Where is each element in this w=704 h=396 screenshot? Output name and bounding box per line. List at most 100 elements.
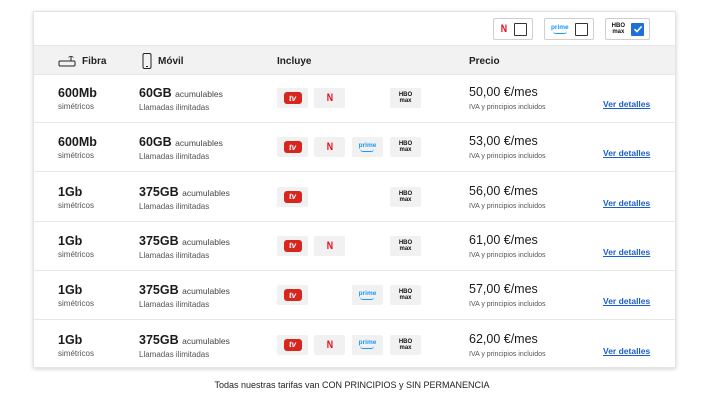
footer-note: Todas nuestras tarifas van CON PRINCIPIO… [214, 380, 490, 390]
netflix-chip: N [314, 235, 345, 256]
prime-logo-icon: prime [359, 142, 376, 152]
fibra-cell: 600Mb simétricos [58, 86, 97, 112]
ver-detalles-link[interactable]: Ver detalles [603, 198, 650, 208]
includes-cell: tv N HBO max [277, 88, 427, 108]
checkmark-icon [633, 25, 642, 33]
prime-logo-text: prime [358, 339, 377, 346]
ver-detalles-link[interactable]: Ver detalles [603, 247, 650, 257]
fibra-cell: 1Gb simétricos [58, 185, 94, 211]
service-filters: N prime HBO max [493, 18, 650, 40]
hbo-logo-icon: HBO max [399, 289, 412, 301]
price-note: IVA y principios incluidos [469, 104, 546, 111]
movil-calls: Llamadas ilimitadas [139, 103, 210, 112]
fibra-speed: 1Gb [58, 332, 83, 347]
price-cell: 61,00 €/mes IVA y principios incluidos [469, 233, 546, 261]
netflix-chip: N [314, 88, 345, 108]
price-cell: 57,00 €/mes IVA y principios incluidos [469, 282, 546, 310]
price-cell: 50,00 €/mes IVA y principios incluidos [469, 85, 546, 113]
movil-data-sub: acumulables [182, 335, 230, 346]
table-row: 1Gb simétricos 375GB acumulables Llamadas i… [34, 173, 675, 222]
ver-detalles-link[interactable]: Ver detalles [603, 148, 650, 158]
hbo-logo-icon: HBO max [612, 23, 625, 35]
filter-hbo[interactable]: HBO max [604, 18, 650, 40]
hbo-logo-icon: HBO max [399, 141, 412, 153]
hbo-chip: HBO max [390, 285, 421, 306]
fibra-cell: 1Gb simétricos [58, 283, 94, 309]
movil-data: 375GB [139, 332, 179, 347]
movil-data-sub: acumulables [182, 187, 230, 198]
movil-data-sub: acumulables [182, 286, 230, 297]
price-value: 50,00 €/mes [469, 85, 538, 99]
ver-detalles-link[interactable]: Ver detalles [603, 346, 650, 356]
hbo-logo-bottom: max [399, 196, 412, 203]
includes-cell: tv HBO max [277, 186, 427, 207]
prime-logo-text: prime [550, 23, 569, 31]
router-icon [58, 55, 76, 67]
movil-cell: 375GB acumulables Llamadas ilimitadas [139, 234, 230, 261]
fibra-speed-sub: simétricos [58, 200, 95, 210]
details-cell: Ver detalles [603, 291, 650, 309]
header-movil: Móvil [142, 46, 184, 76]
ver-detalles-link[interactable]: Ver detalles [603, 296, 650, 306]
movil-data: 60GB [139, 86, 172, 100]
hbo-logo-bottom: max [399, 344, 412, 351]
price-value: 61,00 €/mes [469, 232, 538, 247]
fibra-speed: 1Gb [58, 233, 83, 248]
movil-data-sub: acumulables [175, 138, 223, 149]
fibra-cell: 600Mb simétricos [58, 135, 97, 161]
hbo-chip: HBO max [390, 186, 421, 207]
prime-smile-icon [552, 31, 567, 34]
prime-logo-icon: prime [550, 23, 569, 34]
tv-logo-icon: tv [283, 141, 302, 154]
fibra-speed: 1Gb [58, 283, 83, 298]
netflix-logo-icon: N [326, 92, 333, 104]
filter-netflix[interactable]: N [493, 18, 533, 40]
movil-cell: 375GB acumulables Llamadas ilimitadas [139, 333, 230, 360]
filter-prime-checkbox[interactable] [574, 22, 588, 36]
fibra-cell: 1Gb simétricos [58, 333, 94, 359]
tv-chip: tv [277, 334, 308, 355]
details-cell: Ver detalles [603, 193, 650, 211]
price-note: IVA y principios incluidos [469, 251, 546, 259]
hbo-chip: HBO max [390, 235, 421, 256]
fibra-speed: 600Mb [58, 86, 97, 100]
table-row: 600Mb simétricos 60GB acumulables Llamadas … [34, 123, 675, 173]
filter-hbo-checkbox[interactable] [631, 22, 644, 36]
price-note: IVA y principios incluidos [469, 153, 546, 161]
header-fibra: Fibra [58, 46, 106, 76]
details-cell: Ver detalles [603, 94, 650, 112]
header-fibra-label: Fibra [82, 55, 107, 67]
header-incluye-label: Incluye [277, 55, 312, 67]
header-precio: Precio [469, 46, 500, 76]
header-incluye: Incluye [277, 46, 311, 76]
filter-netflix-checkbox[interactable] [513, 22, 527, 36]
tv-chip: tv [277, 186, 308, 207]
prime-chip: prime [352, 137, 383, 158]
ver-detalles-link[interactable]: Ver detalles [603, 99, 650, 109]
price-note: IVA y principios incluidos [469, 350, 546, 358]
price-value: 53,00 €/mes [469, 134, 538, 149]
hbo-logo-icon: HBO max [399, 339, 412, 351]
includes-cell: tv Nprime HBO max [277, 334, 427, 355]
fibra-cell: 1Gb simétricos [58, 234, 94, 260]
hbo-logo-bottom: max [399, 98, 412, 104]
fibra-speed-sub: simétricos [58, 348, 95, 358]
price-value: 57,00 €/mes [469, 282, 538, 297]
includes-cell: tv prime HBO max [277, 285, 427, 306]
hbo-chip: HBO max [390, 334, 421, 355]
tv-chip: tv [277, 285, 308, 306]
hbo-logo-bottom: max [399, 245, 412, 252]
price-cell: 56,00 €/mes IVA y principios incluidos [469, 184, 546, 212]
netflix-chip: N [314, 334, 345, 355]
tv-logo-icon: tv [283, 338, 302, 351]
fibra-speed: 600Mb [58, 135, 97, 150]
movil-data: 375GB [139, 233, 179, 248]
movil-cell: 375GB acumulables Llamadas ilimitadas [139, 283, 230, 310]
filter-prime[interactable]: prime [543, 18, 594, 40]
hbo-logo-icon: HBO max [399, 191, 412, 203]
hbo-logo-bottom: max [612, 29, 625, 35]
movil-data-sub: acumulables [175, 89, 223, 99]
prime-logo-icon: prime [359, 290, 376, 300]
netflix-logo-icon: N [326, 239, 333, 252]
includes-cell: tv Nprime HBO max [277, 137, 427, 158]
